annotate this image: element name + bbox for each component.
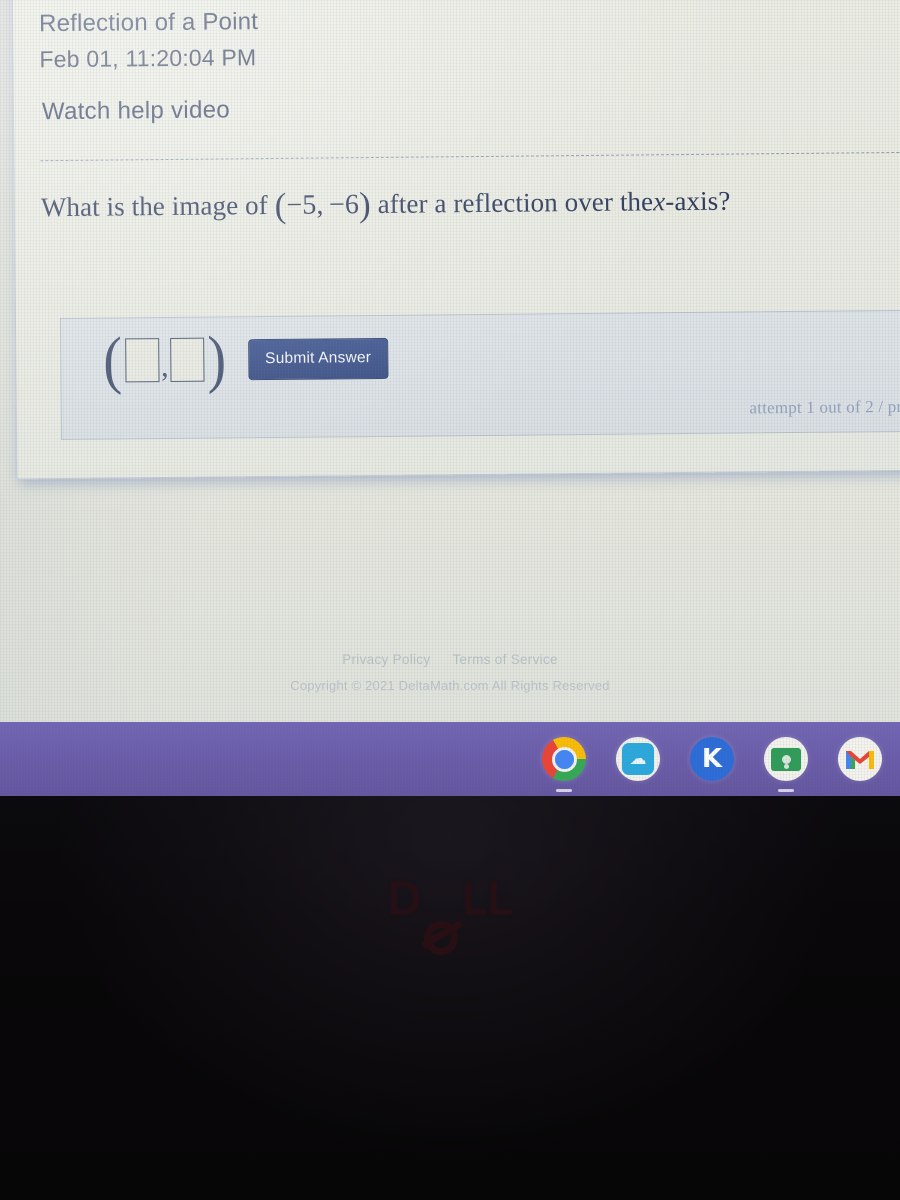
answer-x-input[interactable]: [124, 338, 160, 383]
cloud-glyph: ☁: [622, 743, 654, 775]
question-y-coordinate: −6: [328, 189, 360, 221]
page-title: Reflection of a Point: [38, 8, 259, 38]
question-x-coordinate: −5,: [286, 189, 324, 221]
page-footer: Privacy Policy Terms of Service Copyrigh…: [0, 652, 900, 693]
question-prefix: What is the image of: [40, 190, 268, 223]
answer-input-row: ( , ) Submit Answer: [101, 323, 389, 396]
classroom-running-indicator: [778, 789, 794, 792]
question-open-paren: (: [274, 185, 287, 225]
answer-open-paren: (: [102, 324, 123, 397]
dell-letter-d: D: [387, 874, 422, 925]
question-suffix-tail: -axis?: [665, 185, 731, 217]
classroom-glyph: [771, 747, 801, 771]
kahoot-icon[interactable]: K: [690, 737, 734, 781]
problem-card: Reflection of a Point Feb 01, 11:20:04 P…: [11, 0, 900, 480]
footer-links: Privacy Policy Terms of Service: [0, 652, 900, 667]
question-axis-label: x: [653, 186, 666, 217]
answer-panel: ( , ) Submit Answer attempt 1 out of 2 /…: [59, 309, 900, 441]
dell-brand-logo: D LL: [0, 874, 900, 955]
answer-comma: ,: [160, 349, 169, 384]
problem-timestamp: Feb 01, 11:20:04 PM: [39, 44, 257, 73]
footer-copyright: Copyright © 2021 DeltaMath.com All Right…: [290, 678, 610, 693]
taskbar-icon-group: ☁ K: [542, 722, 892, 796]
screenshot-root: Reflection of a Point Feb 01, 11:20:04 P…: [0, 0, 900, 1200]
submit-answer-button[interactable]: Submit Answer: [247, 337, 389, 380]
attempt-status: attempt 1 out of 2 / problem: [749, 396, 900, 418]
laptop-screen: Reflection of a Point Feb 01, 11:20:04 P…: [0, 0, 900, 796]
chrome-icon[interactable]: [542, 737, 586, 792]
privacy-policy-link[interactable]: Privacy Policy: [342, 652, 430, 667]
terms-of-service-link[interactable]: Terms of Service: [452, 652, 557, 667]
chrome-running-indicator: [556, 789, 572, 792]
answer-close-paren: ): [207, 323, 227, 396]
laptop-bezel: D LL: [0, 796, 900, 1200]
question-close-paren: ): [358, 185, 371, 225]
dell-letters-ll: LL: [461, 874, 513, 925]
gmail-envelope-glyph: [846, 751, 874, 769]
google-classroom-icon[interactable]: [764, 737, 808, 792]
question-text: What is the image of (−5, −6) after a re…: [41, 182, 731, 229]
section-divider: [40, 151, 900, 162]
answer-y-input[interactable]: [170, 337, 205, 382]
question-suffix: after a reflection over the: [377, 186, 654, 219]
cloud-app-icon[interactable]: ☁: [616, 737, 660, 781]
taskbar: ☁ K: [0, 722, 900, 796]
gmail-icon[interactable]: [838, 737, 882, 781]
watch-help-video-link[interactable]: Watch help video: [42, 96, 230, 126]
kahoot-letter: K: [701, 744, 723, 774]
